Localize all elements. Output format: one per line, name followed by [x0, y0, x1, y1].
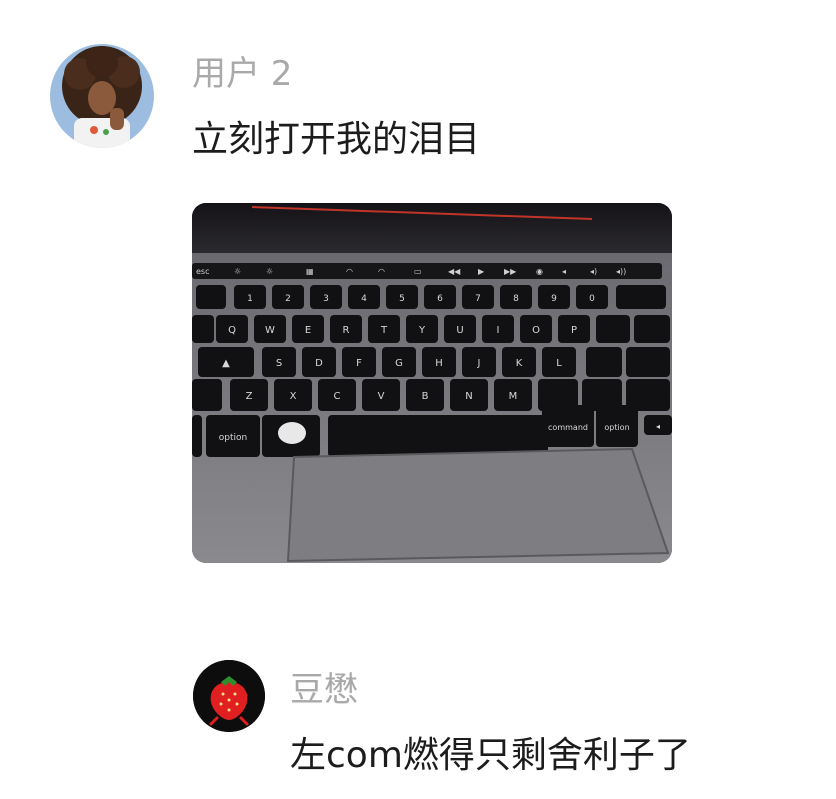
svg-text:◂)): ◂)) — [616, 267, 626, 276]
avatar[interactable] — [50, 44, 154, 148]
key-5-label: 5 — [399, 294, 405, 304]
svg-text:◂): ◂) — [590, 267, 597, 276]
key-b-label: B — [422, 391, 429, 402]
key-v-label: V — [378, 391, 385, 402]
key-g-label: G — [395, 358, 403, 369]
comment-item: 豆懋 左com燃得只剩舍利子了 — [0, 640, 836, 799]
svg-text:▦: ▦ — [306, 267, 314, 276]
key-i-label: I — [497, 325, 500, 336]
comment-text: 左com燃得只剩舍利子了 — [290, 735, 691, 776]
svg-text:☼: ☼ — [266, 267, 273, 276]
key-x-label: X — [290, 391, 297, 402]
key-h-label: H — [435, 358, 443, 369]
key-q-label: Q — [228, 325, 236, 336]
svg-text:▭: ▭ — [414, 267, 422, 276]
key-p-label: P — [571, 325, 577, 336]
key-arrow-left-label: ◂ — [656, 422, 660, 431]
key-semicolon — [586, 347, 622, 377]
svg-text:◂: ◂ — [562, 267, 566, 276]
key-delete — [616, 285, 666, 309]
key-y-label: Y — [418, 325, 426, 336]
comment-username[interactable]: 豆懋 — [290, 670, 358, 710]
svg-text:◠: ◠ — [346, 267, 353, 276]
key-3-label: 3 — [323, 294, 329, 304]
key-c-label: C — [334, 391, 341, 402]
comment-username[interactable]: 用户 2 — [192, 54, 292, 94]
svg-text:☼: ☼ — [234, 267, 241, 276]
comment-text: 立刻打开我的泪目 — [192, 119, 481, 160]
key-caps-lock-label: ▲ — [222, 358, 230, 369]
key-2-label: 2 — [285, 294, 291, 304]
key-j-label: J — [477, 358, 481, 369]
key-z-label: Z — [246, 391, 253, 402]
key-6-label: 6 — [437, 294, 443, 304]
key-1-label: 1 — [247, 294, 253, 304]
key-w-label: W — [265, 325, 275, 336]
svg-text:▶: ▶ — [478, 267, 485, 276]
avatar[interactable] — [193, 660, 265, 732]
key-9-label: 9 — [551, 294, 557, 304]
key-bracket — [596, 315, 630, 343]
key-option-right-label: option — [604, 423, 629, 432]
key-k-label: K — [516, 358, 523, 369]
key-shift-left — [192, 379, 222, 411]
key-n-label: N — [465, 391, 472, 402]
svg-text:▶▶: ▶▶ — [504, 267, 517, 276]
key-return — [626, 347, 670, 377]
key-f-label: F — [356, 358, 362, 369]
key-space — [328, 415, 548, 457]
key-command-right-label: command — [548, 423, 588, 432]
burnt-command-key-mark — [278, 422, 306, 444]
key-l-label: L — [556, 358, 562, 369]
svg-text:esc: esc — [196, 267, 210, 276]
key-d-label: D — [315, 358, 323, 369]
key-fn — [192, 415, 202, 457]
key-m-label: M — [509, 391, 518, 402]
avatar-photo — [50, 44, 154, 148]
key-t-label: T — [380, 325, 388, 336]
key-u-label: U — [456, 325, 463, 336]
key-7-label: 7 — [475, 294, 481, 304]
comment-item: 用户 2 立刻打开我的泪目 esc ☼ ☼ ▦ ◠ ◠ ▭ ◀◀ ▶ ▶▶ ◉ … — [0, 0, 836, 600]
comment-image[interactable]: esc ☼ ☼ ▦ ◠ ◠ ▭ ◀◀ ▶ ▶▶ ◉ ◂ ◂) ◂)) 1 2 3 4 5… — [192, 203, 672, 563]
svg-text:◀◀: ◀◀ — [448, 267, 461, 276]
key-r-label: R — [343, 325, 350, 336]
key-8-label: 8 — [513, 294, 519, 304]
key-o-label: O — [532, 325, 540, 336]
key-e-label: E — [305, 325, 311, 336]
key-option-left-label: option — [219, 433, 247, 443]
key-tilde — [196, 285, 226, 309]
svg-text:◠: ◠ — [378, 267, 385, 276]
svg-text:◉: ◉ — [536, 267, 543, 276]
key-bracket-right — [634, 315, 670, 343]
strawberry-icon — [193, 660, 265, 732]
key-s-label: S — [276, 358, 282, 369]
key-4-label: 4 — [361, 294, 367, 304]
keyboard-photo: esc ☼ ☼ ▦ ◠ ◠ ▭ ◀◀ ▶ ▶▶ ◉ ◂ ◂) ◂)) 1 2 3 4 5… — [192, 203, 672, 563]
key-tab — [192, 315, 214, 343]
key-0-label: 0 — [589, 294, 595, 304]
